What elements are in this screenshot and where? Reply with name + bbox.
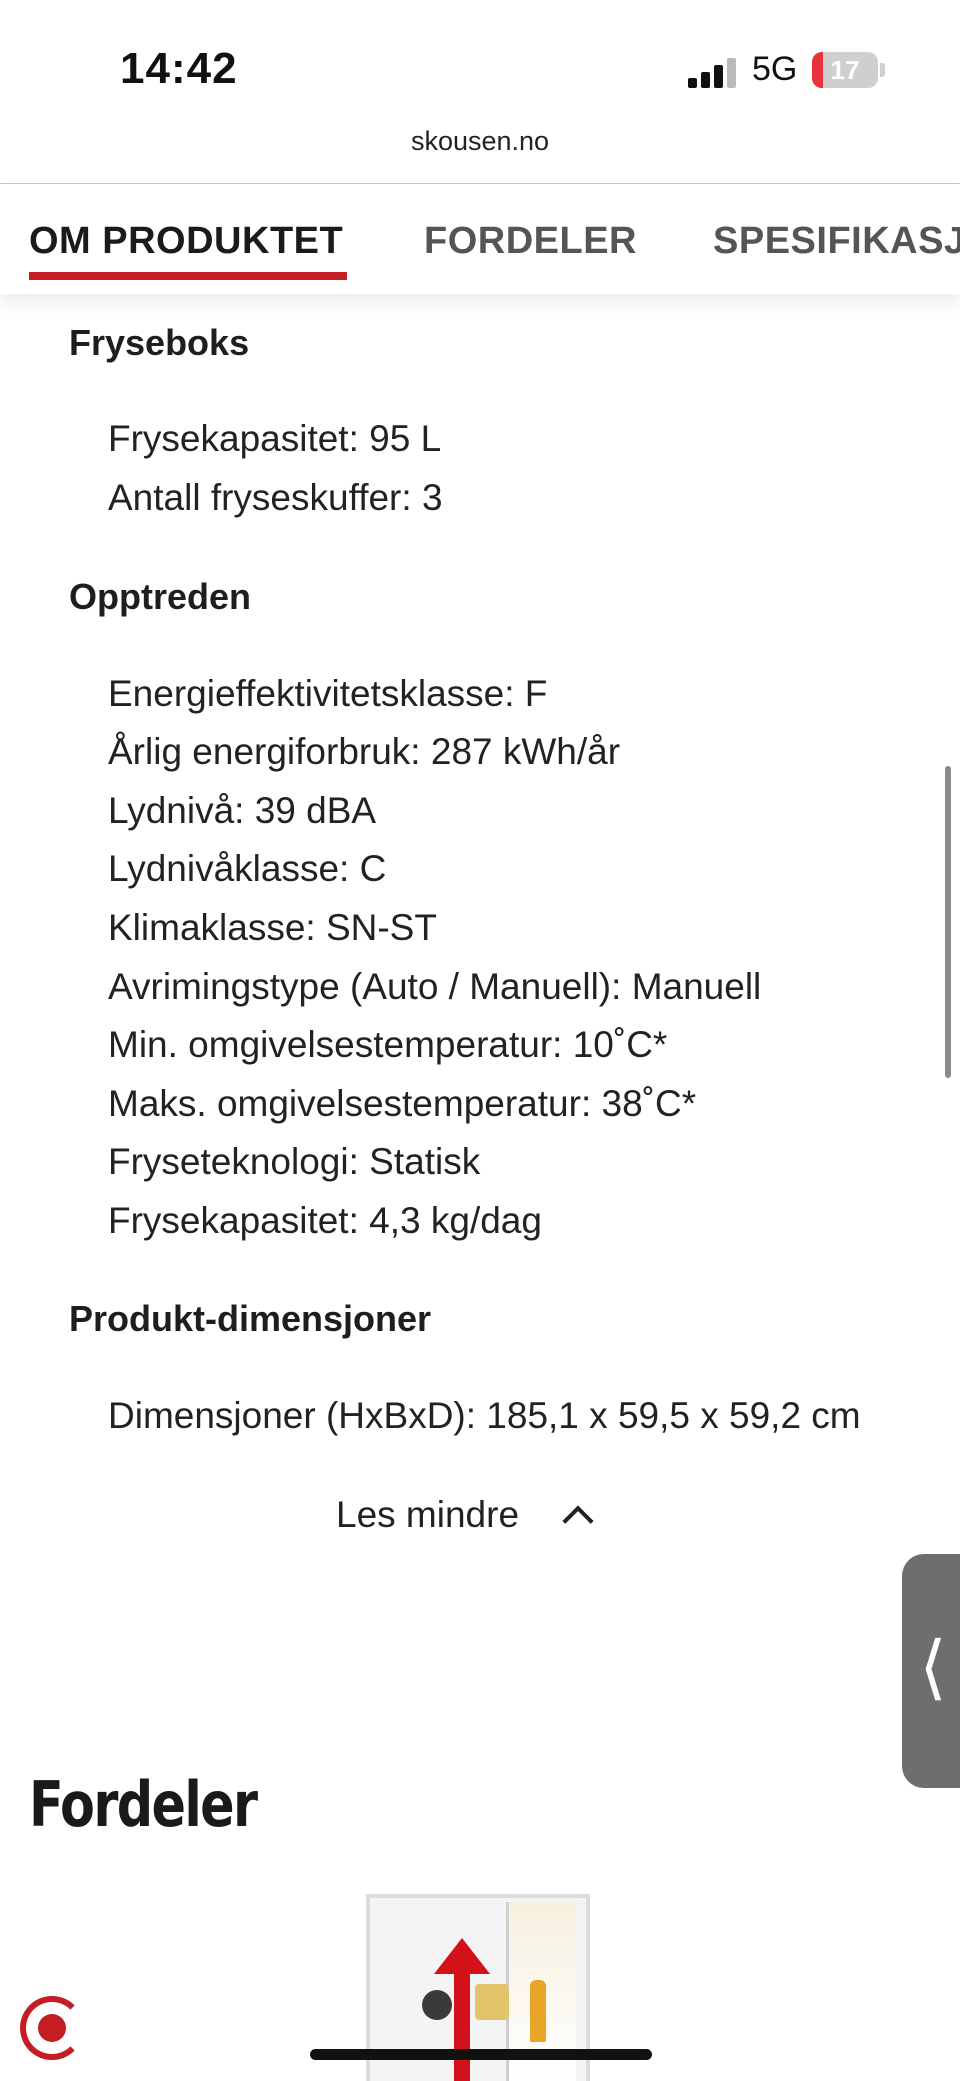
scroll-indicator[interactable] bbox=[945, 766, 951, 1078]
spec-item: Avrimingstype (Auto / Manuell): Manuell bbox=[108, 966, 762, 1007]
tab-spesifikasjoner[interactable]: SPESIFIKASJ bbox=[713, 220, 960, 263]
home-indicator[interactable] bbox=[310, 2049, 652, 2060]
read-less-label: Les mindre bbox=[336, 1494, 520, 1535]
spec-item: Fryseteknologi: Statisk bbox=[108, 1141, 481, 1182]
section-heading-fryseboks: Fryseboks bbox=[69, 322, 250, 363]
tab-fordeler[interactable]: FORDELER bbox=[424, 220, 637, 263]
url-text: skousen.no bbox=[410, 126, 550, 156]
spec-item: Antall fryseskuffer: 3 bbox=[108, 477, 443, 518]
network-label: 5G bbox=[752, 50, 798, 88]
spec-item: Klimaklasse: SN-ST bbox=[108, 907, 437, 948]
fridge-item-illustration bbox=[422, 1990, 452, 2020]
side-panel-handle[interactable]: ⟨ bbox=[902, 1554, 960, 1788]
spec-item: Maks. omgivelsestemperatur: 38˚C* bbox=[108, 1083, 697, 1124]
recycle-icon[interactable] bbox=[20, 1996, 84, 2060]
battery-level: 17 bbox=[830, 55, 860, 85]
read-less-button[interactable]: Les mindre bbox=[336, 1490, 594, 1540]
tab-om-produktet[interactable]: OM PRODUKTET bbox=[29, 220, 343, 263]
arrow-head-icon bbox=[434, 1938, 490, 1974]
status-bar: 14:42 5G 17 bbox=[0, 0, 960, 120]
spec-item: Lydnivå: 39 dBA bbox=[108, 790, 377, 831]
battery-icon: 17 bbox=[812, 52, 878, 88]
fridge-bottle-illustration bbox=[530, 1980, 546, 2042]
spec-item: Lydnivåklasse: C bbox=[108, 848, 387, 889]
status-time: 14:42 bbox=[120, 44, 238, 93]
spec-item: Frysekapasitet: 95 L bbox=[108, 418, 442, 459]
section-heading-opptreden: Opptreden bbox=[69, 576, 252, 617]
spec-item: Energieffektivitetsklasse: F bbox=[108, 673, 548, 714]
arrow-up-icon bbox=[454, 1968, 470, 2081]
fridge-item-illustration bbox=[475, 1984, 509, 2020]
battery-cap bbox=[880, 63, 885, 77]
chevron-up-icon bbox=[562, 1505, 594, 1537]
chevron-left-icon: ⟨ bbox=[919, 1628, 947, 1706]
spec-item: Årlig energiforbruk: 287 kWh/år bbox=[108, 731, 621, 772]
spec-item: Dimensjoner (HxBxD): 185,1 x 59,5 x 59,2… bbox=[108, 1395, 861, 1436]
spec-item: Min. omgivelsestemperatur: 10˚C* bbox=[108, 1024, 668, 1065]
url-bar[interactable]: skousen.no bbox=[0, 126, 960, 184]
spec-item: Frysekapasitet: 4,3 kg/dag bbox=[108, 1200, 542, 1241]
fordeler-heading: Fordeler bbox=[29, 1768, 258, 1841]
signal-icon bbox=[688, 58, 744, 88]
active-tab-indicator bbox=[29, 272, 347, 280]
section-heading-produkt-dimensjoner: Produkt-dimensjoner bbox=[69, 1298, 432, 1339]
